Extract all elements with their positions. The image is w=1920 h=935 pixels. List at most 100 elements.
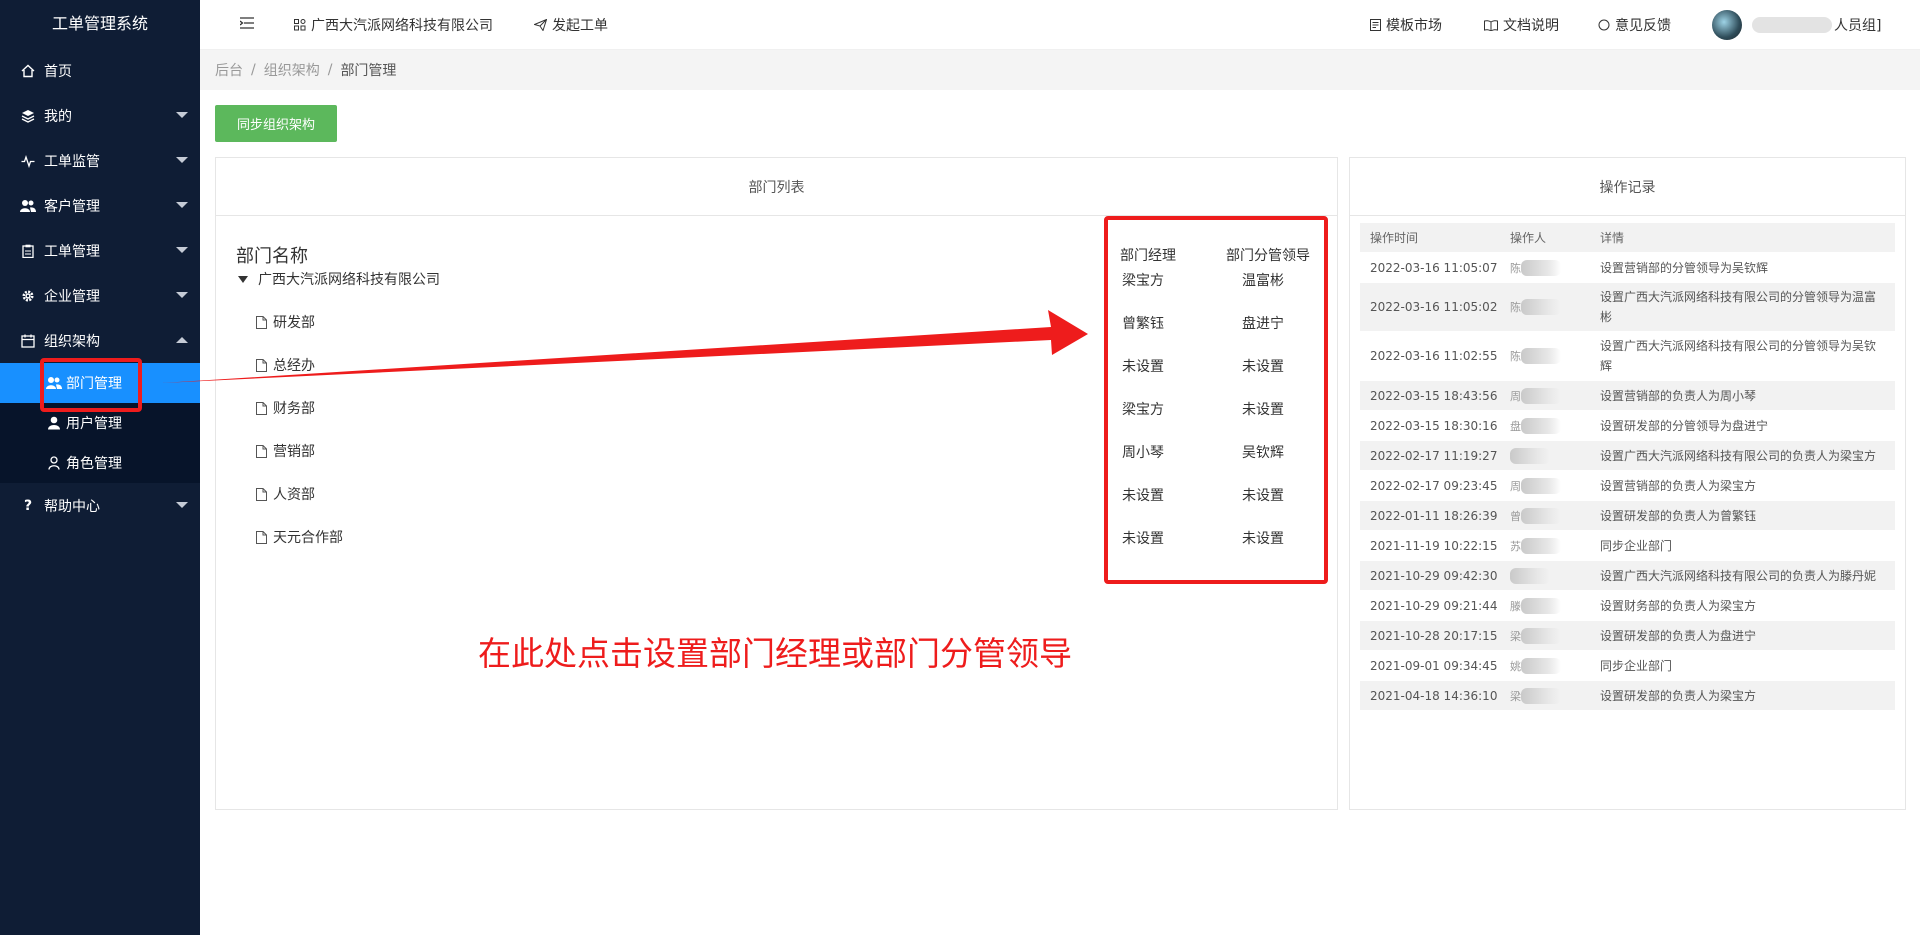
sidebar-item-label: 首页 <box>44 63 72 80</box>
tree-node-department[interactable]: 营销部 <box>256 441 315 461</box>
file-icon <box>256 401 267 415</box>
log-operator-hint: 梁 <box>1510 629 1521 643</box>
template-market-link[interactable]: 模板市场 <box>1370 0 1442 50</box>
log-time: 2022-03-15 18:30:16 <box>1370 418 1498 433</box>
tree-node-department[interactable]: 天元合作部 <box>256 527 343 547</box>
layers-icon <box>20 108 36 124</box>
sync-org-button[interactable]: 同步组织架构 <box>215 105 337 142</box>
create-ticket-button[interactable]: 发起工单 <box>534 0 608 50</box>
log-detail: 设置营销部的负责人为梁宝方 <box>1600 478 1757 493</box>
log-operator-hint: 盘 <box>1510 419 1521 433</box>
docs-link[interactable]: 文档说明 <box>1484 0 1559 50</box>
docs-label: 文档说明 <box>1503 18 1559 34</box>
sidebar-item-org[interactable]: 组织架构 <box>0 318 200 363</box>
breadcrumb-org[interactable]: 组织架构 <box>264 60 320 80</box>
log-time: 2021-10-29 09:42:30 <box>1370 568 1498 583</box>
operator-blurred <box>1510 567 1550 584</box>
log-operator-hint: 陈 <box>1510 350 1521 363</box>
annotation-highlight-columns <box>1104 216 1328 584</box>
chevron-down-icon <box>176 502 188 508</box>
sidebar-item-help[interactable]: ? 帮助中心 <box>0 483 200 528</box>
sidebar-item-monitor[interactable]: 工单监管 <box>0 138 200 183</box>
log-row: 2021-10-28 20:17:15 梁 设置研发部的负责人为盘进宁 <box>1360 621 1895 651</box>
sidebar-subitem-roles[interactable]: 角色管理 <box>0 443 200 483</box>
calendar-icon <box>20 333 36 349</box>
users-icon <box>20 198 36 214</box>
gear-icon <box>20 288 36 304</box>
log-detail: 设置广西大汽派网络科技有限公司的负责人为梁宝方 <box>1600 448 1877 463</box>
dept-name: 研发部 <box>273 315 315 331</box>
user-menu[interactable]: 人员组] <box>1712 0 1881 50</box>
home-icon <box>20 63 36 79</box>
sidebar-subitem-label: 用户管理 <box>66 416 122 432</box>
log-row: 2022-03-16 11:05:07 陈 设置营销部的分管领导为吴钦辉 <box>1360 253 1895 283</box>
company-switch[interactable]: 广西大汽派网络科技有限公司 <box>294 0 493 50</box>
log-detail: 同步企业部门 <box>1600 658 1673 673</box>
breadcrumb-home[interactable]: 后台 <box>215 60 243 80</box>
log-table-header: 操作时间 操作人 详情 <box>1360 223 1895 253</box>
log-operator-hint: 滕 <box>1510 599 1521 613</box>
tree-node-department[interactable]: 人资部 <box>256 484 315 504</box>
tree-node-department[interactable]: 财务部 <box>256 398 315 418</box>
log-time: 2022-01-11 18:26:39 <box>1370 508 1498 523</box>
sidebar-item-customers[interactable]: 客户管理 <box>0 183 200 228</box>
chevron-down-icon <box>176 292 188 298</box>
sidebar-item-label: 工单管理 <box>44 243 100 260</box>
chevron-down-icon <box>176 247 188 253</box>
annotation-text: 在此处点击设置部门经理或部门分管领导 <box>478 634 1072 673</box>
log-time: 2022-02-17 09:23:45 <box>1370 478 1498 493</box>
log-time: 2021-10-29 09:21:44 <box>1370 598 1498 613</box>
feedback-label: 意见反馈 <box>1615 18 1671 34</box>
dept-name: 营销部 <box>273 444 315 460</box>
dept-name: 广西大汽派网络科技有限公司 <box>258 272 440 288</box>
sidebar-subitem-label: 角色管理 <box>66 456 122 472</box>
log-time: 2022-03-16 11:05:07 <box>1370 260 1498 275</box>
operator-blurred <box>1521 299 1561 315</box>
chevron-down-icon <box>176 157 188 163</box>
sidebar-item-label: 帮助中心 <box>44 498 100 515</box>
book-icon <box>1484 19 1498 31</box>
log-row: 2022-03-16 11:05:02 陈 设置广西大汽派网络科技有限公司的分管领导… <box>1360 283 1895 332</box>
sidebar-item-home[interactable]: 首页 <box>0 48 200 93</box>
log-row: 2022-02-17 09:23:45 周 设置营销部的负责人为梁宝方 <box>1360 471 1895 501</box>
template-icon <box>1370 19 1381 31</box>
log-col-detail: 详情 <box>1600 230 1625 245</box>
tree-node-department[interactable]: 研发部 <box>256 312 315 332</box>
feedback-link[interactable]: 意见反馈 <box>1598 0 1671 50</box>
log-time: 2021-10-28 20:17:15 <box>1370 628 1498 643</box>
file-icon <box>256 358 267 372</box>
log-col-time: 操作时间 <box>1370 231 1419 245</box>
company-name: 广西大汽派网络科技有限公司 <box>311 18 493 34</box>
dept-name: 天元合作部 <box>273 530 343 546</box>
clipboard-icon <box>20 243 36 259</box>
circle-icon <box>1598 19 1610 31</box>
user-name-blurred <box>1752 17 1832 33</box>
log-operator-hint: 曾 <box>1510 509 1521 523</box>
annotation-highlight-menu <box>40 358 142 412</box>
sidebar-item-mine[interactable]: 我的 <box>0 93 200 138</box>
log-panel-title: 操作记录 <box>1350 158 1905 216</box>
operator-blurred <box>1521 687 1561 704</box>
dept-name-header: 部门名称 <box>236 246 308 267</box>
sidebar-item-tickets[interactable]: 工单管理 <box>0 228 200 273</box>
log-detail: 设置研发部的分管领导为盘进宁 <box>1600 418 1769 433</box>
avatar <box>1712 10 1742 40</box>
log-operator-hint: 苏 <box>1510 539 1521 553</box>
log-operator-hint: 周 <box>1510 479 1521 493</box>
sidebar: 工单管理系统 首页 我的 工单监管 客户管理 工单管理 企业管理 组织架构 部门… <box>0 0 200 935</box>
log-row: 2021-09-01 09:34:45 姚 同步企业部门 <box>1360 651 1895 681</box>
menu-toggle-button[interactable] <box>239 0 254 50</box>
log-time: 2021-11-19 10:22:15 <box>1370 538 1498 553</box>
tree-node-department[interactable]: 总经办 <box>256 355 315 375</box>
operator-blurred <box>1510 447 1550 464</box>
log-row: 2021-10-29 09:21:44 滕 设置财务部的负责人为梁宝方 <box>1360 591 1895 621</box>
log-row: 2022-02-17 11:19:27 设置广西大汽派网络科技有限公司的负责人为梁… <box>1360 441 1895 471</box>
log-time: 2021-09-01 09:34:45 <box>1370 658 1498 673</box>
breadcrumb: 后台 / 组织架构 / 部门管理 <box>200 50 1920 90</box>
sidebar-item-label: 客户管理 <box>44 198 100 215</box>
sidebar-item-enterprise[interactable]: 企业管理 <box>0 273 200 318</box>
tree-node-root[interactable]: 广西大汽派网络科技有限公司 <box>238 269 440 289</box>
log-row: 2022-03-15 18:43:56 周 设置营销部的负责人为周小琴 <box>1360 381 1895 411</box>
file-icon <box>256 530 267 544</box>
chevron-down-icon <box>176 202 188 208</box>
